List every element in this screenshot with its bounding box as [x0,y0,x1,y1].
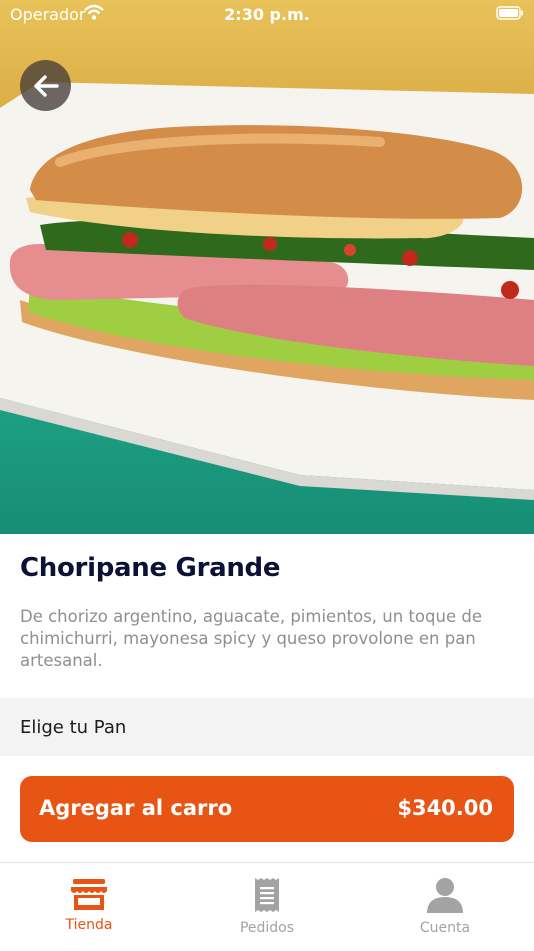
receipt-icon [255,878,279,912]
tab-bar: Tienda Pedidos Cuenta [0,862,534,951]
bread-option-label: Elige tu Pan [20,717,127,738]
status-time: 2:30 p.m. [224,5,310,24]
tab-pedidos[interactable]: Pedidos [178,863,356,951]
tab-tienda[interactable]: Tienda [0,863,178,951]
sandwich-illustration [0,82,534,500]
battery-icon [496,6,523,20]
product-title: Choripane Grande [20,553,281,583]
tab-label-tienda: Tienda [65,917,113,933]
arrow-left-icon [33,74,59,97]
product-description: De chorizo argentino, aguacate, pimiento… [20,607,482,670]
tab-label-cuenta: Cuenta [419,920,471,936]
back-button[interactable] [20,60,71,111]
add-to-cart-label: Agregar al carro [39,796,233,820]
user-icon [427,878,463,913]
status-bar: Operador 2:30 p.m. [0,0,534,30]
tab-cuenta[interactable]: Cuenta [356,863,534,951]
add-to-cart-button[interactable]: Agregar al carro $340.00 [20,776,514,842]
product-price: $340.00 [397,796,493,820]
bread-option-section[interactable]: Elige tu Pan [0,698,534,756]
product-image: Operador 2:30 p.m. [0,0,534,534]
tab-label-pedidos: Pedidos [239,920,295,936]
store-icon [71,879,107,910]
